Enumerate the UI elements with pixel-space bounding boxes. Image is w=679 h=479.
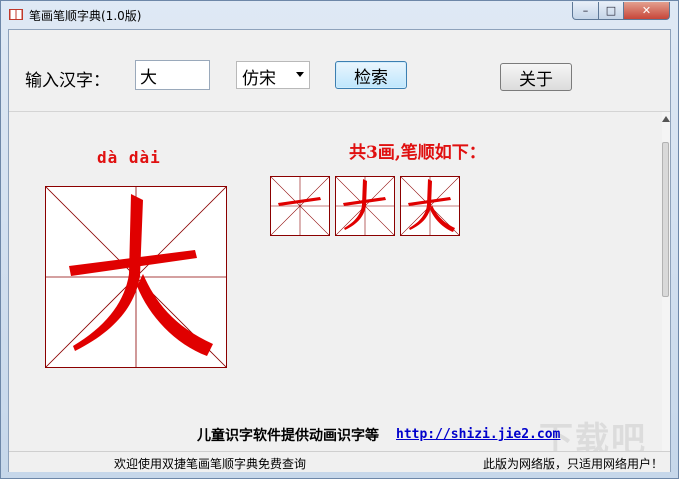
search-toolbar: 输入汉字： 仿宋 检索 关于 bbox=[9, 30, 670, 112]
status-bar: 欢迎使用双捷笔画笔顺字典免费查询 此版为网络版，只适用网络用户！ bbox=[9, 451, 670, 472]
window-title: 笔画笔顺字典(1.0版) bbox=[29, 9, 142, 23]
stroke-step-3 bbox=[400, 176, 460, 236]
stroke-step-1 bbox=[270, 176, 330, 236]
close-button[interactable]: ✕ bbox=[623, 2, 670, 20]
search-button[interactable]: 检索 bbox=[335, 61, 407, 89]
promo-link[interactable]: http://shizi.jie2.com bbox=[396, 427, 560, 442]
scroll-thumb[interactable] bbox=[662, 142, 669, 297]
client-area: 输入汉字： 仿宋 检索 关于 dà dài 共3画,笔顺如下： bbox=[8, 29, 671, 472]
minimize-icon: – bbox=[582, 4, 589, 17]
maximize-button[interactable]: □ bbox=[598, 2, 624, 20]
about-button[interactable]: 关于 bbox=[500, 63, 572, 91]
maximize-icon: □ bbox=[605, 4, 617, 17]
vertical-scrollbar[interactable] bbox=[662, 112, 670, 451]
pinyin-text: dà dài bbox=[97, 148, 161, 167]
dropdown-arrow-icon bbox=[296, 72, 304, 77]
input-label: 输入汉字： bbox=[25, 71, 110, 91]
font-select[interactable]: 仿宋 bbox=[236, 61, 310, 89]
minimize-button[interactable]: – bbox=[572, 2, 599, 20]
status-version-note: 此版为网络版，只适用网络用户！ bbox=[483, 457, 664, 471]
app-window: 笔画笔顺字典(1.0版) – □ ✕ 输入汉字： 仿宋 检索 关于 dà dài… bbox=[0, 0, 679, 479]
book-icon bbox=[9, 9, 23, 20]
font-select-value: 仿宋 bbox=[242, 69, 276, 89]
stroke-step-2 bbox=[335, 176, 395, 236]
status-welcome: 欢迎使用双捷笔画笔顺字典免费查询 bbox=[114, 457, 307, 471]
result-panel: dà dài 共3画,笔顺如下： 下载吧 儿童识字软件提供动画识字等 http:… bbox=[9, 112, 662, 460]
character-grid bbox=[45, 186, 227, 368]
promo-text: 儿童识字软件提供动画识字等 bbox=[197, 428, 379, 444]
stroke-count-text: 共3画,笔顺如下： bbox=[349, 143, 486, 163]
character-input[interactable] bbox=[135, 60, 210, 90]
scroll-up-arrow-icon[interactable] bbox=[662, 116, 670, 122]
close-icon: ✕ bbox=[641, 4, 652, 17]
title-bar[interactable]: 笔画笔顺字典(1.0版) – □ ✕ bbox=[1, 1, 678, 29]
